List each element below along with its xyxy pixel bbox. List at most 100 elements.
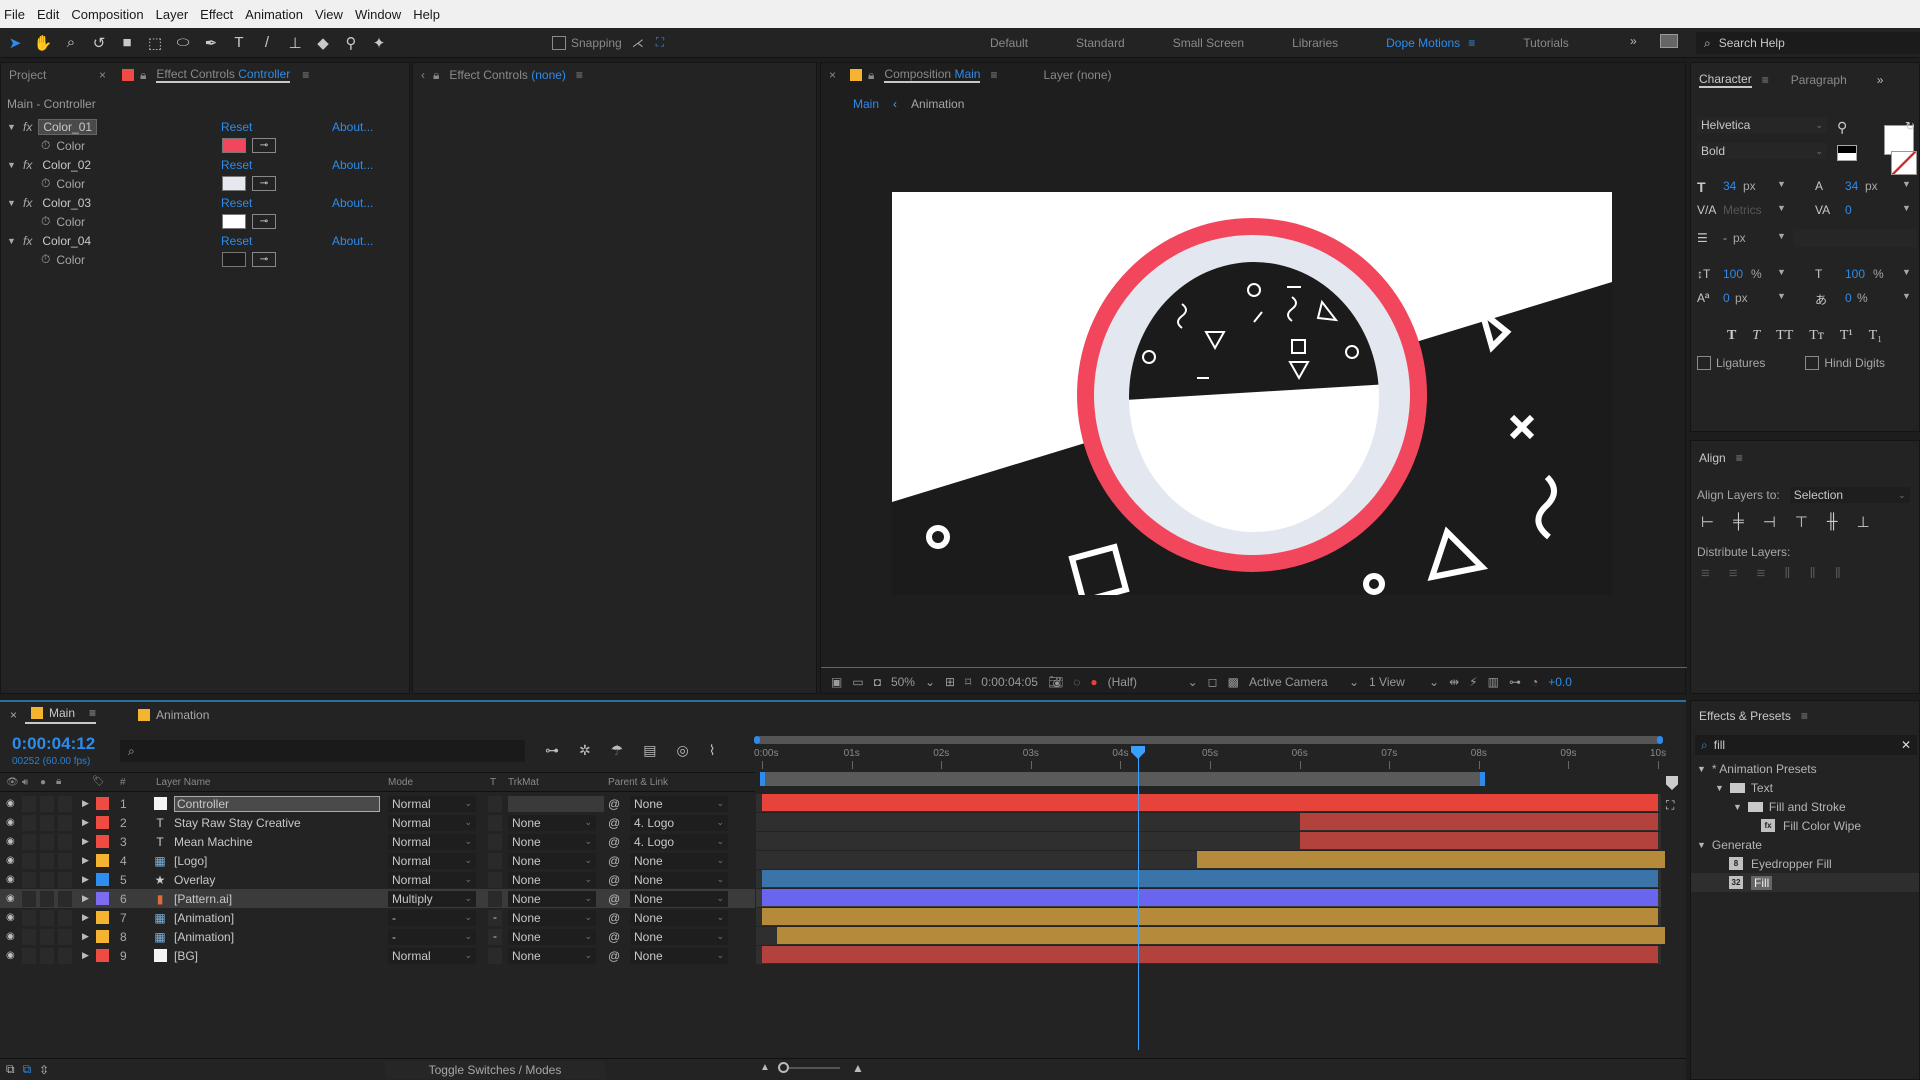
tsume-value[interactable]: 0 (1845, 291, 1852, 305)
label-color[interactable] (96, 835, 109, 848)
eyedropper-icon[interactable]: ⊸ (252, 138, 276, 153)
panel-menu-icon[interactable]: ≡ (302, 68, 309, 82)
panel-menu-icon[interactable]: ≡ (576, 68, 583, 82)
parent-select[interactable]: None ⌄ (630, 928, 728, 945)
eye-icon[interactable]: ◉ (6, 912, 15, 923)
layer-duration-bar[interactable] (762, 946, 1658, 963)
effect-name[interactable]: Color_04 (38, 234, 95, 248)
layer-name[interactable]: Stay Raw Stay Creative (174, 816, 301, 830)
layer-row[interactable]: ◉ ▶ 9 [BG] Normal ⌄ None ⌄ @ None ⌄ (0, 946, 755, 965)
twirl-down-icon[interactable]: ▼ (7, 198, 17, 208)
layer-duration-bar[interactable] (1196, 851, 1666, 868)
pen-tool-icon[interactable]: ✒ (198, 30, 224, 56)
solo-switch[interactable] (40, 890, 54, 907)
current-time-display[interactable]: 0:00:04:05 (981, 675, 1038, 689)
layer-duration-bar[interactable] (1299, 832, 1658, 849)
distribute-top-icon[interactable]: ≡ (1701, 565, 1710, 582)
zoom-out-icon[interactable]: ▲ (760, 1062, 770, 1073)
fast-previews-icon[interactable]: ⚡︎ (1469, 675, 1477, 689)
time-navigator[interactable] (754, 736, 1663, 744)
menu-help[interactable]: Help (413, 7, 440, 22)
eye-icon[interactable]: ◉ (6, 874, 15, 885)
eyedropper-icon[interactable]: ⊸ (252, 176, 276, 191)
menu-view[interactable]: View (315, 7, 343, 22)
parent-select[interactable]: None ⌄ (630, 852, 728, 869)
tab-composition[interactable]: Composition Main (884, 67, 981, 83)
solo-switch[interactable] (40, 871, 54, 888)
work-area-bar[interactable] (760, 772, 1486, 786)
resolution-select[interactable]: (Half) (1108, 675, 1178, 689)
align-h-center-icon[interactable]: ╪ (1733, 513, 1744, 531)
solo-switch[interactable] (40, 814, 54, 831)
composition-canvas[interactable] (892, 192, 1612, 595)
trkmat-select[interactable]: None ⌄ (508, 871, 596, 888)
align-v-center-icon[interactable]: ╫ (1827, 513, 1838, 531)
mode-select[interactable]: Normal ⌄ (388, 871, 476, 888)
solo-switch[interactable] (40, 928, 54, 945)
reset-link[interactable]: Reset (221, 196, 252, 210)
close-icon[interactable]: × (99, 68, 106, 82)
preserve-transparency-toggle[interactable] (488, 852, 502, 869)
eyedropper-icon[interactable]: ⊸ (252, 252, 276, 267)
fx-icon[interactable]: fx (23, 196, 32, 210)
effects-tree-item[interactable]: 8 Eyedropper Fill (1691, 854, 1919, 873)
layer-row[interactable]: ◉ ▶ 1 Controller Normal ⌄ @ None ⌄ (0, 794, 755, 813)
preserve-transparency-toggle[interactable] (488, 871, 502, 888)
timeline-icon[interactable]: ▥ (1488, 675, 1499, 689)
layer-name[interactable]: [BG] (174, 949, 198, 963)
ellipse-tool-icon[interactable]: ⬭ (170, 30, 196, 56)
panel-menu-icon[interactable]: ≡ (89, 706, 96, 720)
trkmat-select[interactable]: None ⌄ (508, 833, 596, 850)
audio-switch[interactable] (22, 795, 36, 812)
layer-name[interactable]: [Animation] (174, 930, 234, 944)
layer-row[interactable]: ◉ ▶ 2 T Stay Raw Stay Creative Normal ⌄ None ⌄ @4… (0, 813, 755, 832)
align-bottom-icon[interactable]: ⊥ (1857, 513, 1870, 531)
motion-blur-icon[interactable]: ◎ (677, 742, 689, 759)
eraser-tool-icon[interactable]: ◆ (310, 30, 336, 56)
time-ruler[interactable]: 0:00s 01s 02s 03s 04s 05s 06s 07s 08s 09s 10s (754, 748, 1666, 770)
trkmat-select[interactable]: None ⌄ (508, 928, 596, 945)
audio-switch[interactable] (22, 852, 36, 869)
layer-duration-bar[interactable] (777, 927, 1666, 944)
tab-effect-controls-none-label[interactable]: Effect Controls (449, 68, 527, 82)
solo-switch[interactable] (40, 833, 54, 850)
tab-effect-controls[interactable]: Effect Controls Controller (156, 67, 291, 83)
in-out-icon[interactable]: ⇳ (39, 1063, 49, 1077)
menu-edit[interactable]: Edit (37, 7, 59, 22)
panel-menu-icon[interactable]: ≡ (1762, 73, 1769, 87)
twirl-right-icon[interactable]: ▶ (82, 855, 89, 866)
lock-switch[interactable] (58, 890, 72, 907)
audio-switch[interactable] (22, 947, 36, 964)
pickwhip-icon[interactable]: @ (608, 854, 620, 868)
mode-select[interactable]: Normal ⌄ (388, 814, 476, 831)
effects-tree-item[interactable]: ▼ Text (1691, 778, 1919, 797)
tab-animation[interactable]: Animation (132, 708, 209, 722)
eye-icon[interactable]: ◉ (6, 950, 15, 961)
workspace-default[interactable]: Default (990, 36, 1028, 50)
superscript-button[interactable]: T¹ (1840, 328, 1853, 344)
tab-project[interactable]: Project (9, 68, 99, 82)
parent-select[interactable]: None ⌄ (630, 795, 728, 812)
trkmat-select[interactable]: None ⌄ (508, 909, 596, 926)
eyedropper-icon[interactable]: ⚲ (1837, 119, 1847, 136)
font-family-select[interactable]: Helvetica ⌄ (1697, 117, 1827, 133)
solo-switch-icon[interactable]: ● (40, 777, 46, 788)
navigator-end-handle[interactable] (1657, 736, 1663, 744)
color-swatch[interactable] (222, 176, 246, 191)
lock-switch[interactable] (58, 852, 72, 869)
twirl-right-icon[interactable]: ▶ (82, 817, 89, 828)
layer-name[interactable]: [Animation] (174, 911, 234, 925)
stroke-color-swatch[interactable] (1891, 151, 1917, 175)
twirl-down-icon[interactable]: ▼ (7, 122, 17, 132)
twirl-right-icon[interactable]: ▶ (82, 798, 89, 809)
layer-duration-bar[interactable] (762, 908, 1658, 925)
comp-marker-bin-icon[interactable]: ⛶ (1666, 798, 1674, 813)
effect-name[interactable]: Color_03 (38, 196, 95, 210)
baseline-dropdown-icon[interactable]: ▼ (1777, 291, 1786, 301)
effect-row[interactable]: ▼ fx Color_02 Reset About... (1, 155, 381, 174)
effect-row[interactable]: ▼ fx Color_03 Reset About... (1, 193, 381, 212)
font-size-dropdown-icon[interactable]: ▼ (1777, 179, 1786, 189)
workspace-standard[interactable]: Standard (1076, 36, 1125, 50)
color-swatch[interactable] (222, 252, 246, 267)
pickwhip-icon[interactable]: @ (608, 892, 620, 906)
